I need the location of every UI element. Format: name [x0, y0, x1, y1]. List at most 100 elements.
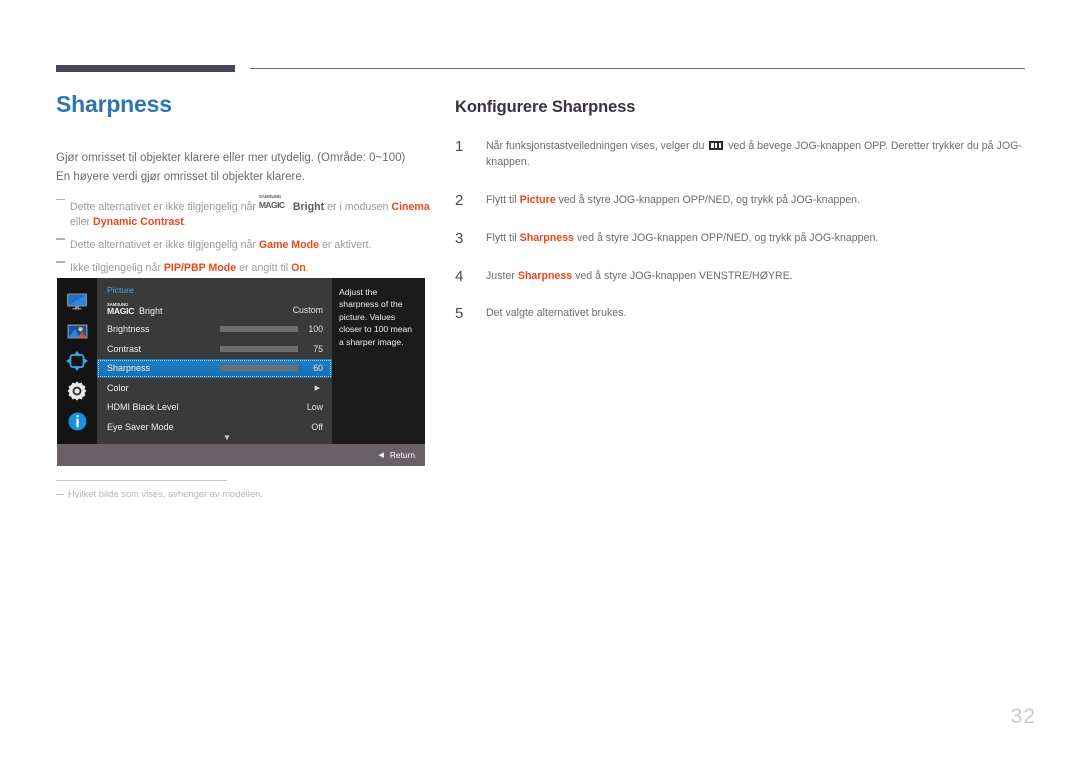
monitor-icon[interactable] — [64, 288, 90, 314]
note-highlight-1: PIP/PBP Mode — [163, 262, 237, 275]
step-highlight: Sharpness — [519, 231, 574, 244]
osd-panel-title: Picture — [107, 285, 134, 295]
osd-tooltip: Adjust the sharpness of the picture. Val… — [332, 278, 425, 444]
page-number: 32 — [1010, 705, 1036, 728]
note-text-mid2: eller — [70, 216, 94, 229]
right-column: Konfigurere Sharpness 1 Når funksjonstas… — [455, 98, 1035, 344]
osd-label-color: Color — [107, 382, 129, 393]
magicbright-logo: SAMSUNG MAGIC — [258, 194, 293, 210]
osd-row-magicbright[interactable]: SAMSUNG MAGIC Bright Custom — [97, 300, 332, 320]
step-text-pre: Flytt til — [486, 231, 520, 244]
osd-magic-magic-text: MAGIC — [107, 306, 135, 317]
pip-arrows-icon[interactable] — [64, 348, 90, 374]
osd-stage: Picture SAMSUNG MAGIC Bright Custom Brig… — [57, 278, 425, 444]
osd-value-hdmi-black-level: Low — [306, 402, 323, 413]
osd-row-contrast[interactable]: Contrast 75 — [97, 339, 332, 359]
info-icon[interactable] — [64, 408, 90, 434]
step-number: 1 — [455, 138, 464, 155]
gear-icon[interactable] — [64, 378, 90, 404]
note-item: Dette alternativet er ikke tilgjengelig … — [56, 238, 436, 254]
osd-slider-sharpness[interactable] — [220, 365, 298, 372]
step-text-pre: Juster — [486, 269, 518, 282]
step-text-pre: Det valgte alternativet brukes. — [486, 307, 627, 320]
step-item-4: 4 Juster Sharpness ved å styre JOG-knapp… — [455, 268, 1035, 285]
notes-list: Dette alternativet er ikke tilgjengelig … — [56, 194, 436, 278]
osd-row-eye-saver-mode[interactable]: Eye Saver Mode Off — [97, 417, 332, 437]
osd-bottom-bar: ◀ Return — [57, 444, 425, 466]
osd-row-color[interactable]: Color ▶ — [97, 378, 332, 398]
step-number: 5 — [455, 305, 464, 323]
section-title: Konfigurere Sharpness — [455, 98, 636, 116]
osd-value-contrast: 75 — [313, 343, 323, 354]
note-text-pre: Dette alternativet er ikke tilgjengelig … — [70, 239, 259, 252]
step-number: 3 — [455, 229, 464, 247]
menu-icon — [709, 141, 724, 150]
osd-row-list: SAMSUNG MAGIC Bright Custom Brightness 1… — [97, 300, 332, 437]
step-highlight: Sharpness — [517, 269, 573, 282]
osd-label-eye-saver-mode: Eye Saver Mode — [107, 421, 174, 432]
osd-magic-bright-text: Bright — [139, 306, 163, 317]
osd-slider-contrast[interactable] — [220, 345, 298, 352]
step-number: 4 — [455, 267, 464, 285]
footnote-dash-icon — [56, 494, 64, 496]
osd-row-sharpness[interactable]: Sharpness 60 — [97, 358, 332, 378]
step-text-post: ved å styre JOG-knappen OPP/NED, og tryk… — [573, 231, 879, 244]
header-accent-bar — [56, 65, 235, 72]
description-line-1: Gjør omrisset til objekter klarere eller… — [56, 152, 406, 165]
magicbright-magic-text: MAGIC — [258, 199, 285, 210]
note-text-post: . — [183, 216, 187, 229]
note-dash-icon — [56, 238, 65, 240]
osd-sidebar — [57, 278, 97, 444]
osd-return-label: Return — [389, 450, 415, 460]
osd-value-eye-saver-mode: Off — [311, 421, 323, 432]
note-item: Dette alternativet er ikke tilgjengelig … — [56, 194, 436, 232]
osd-label-hdmi-black-level: HDMI Black Level — [107, 402, 179, 413]
step-text-post: ved å styre JOG-knappen OPP/NED, og tryk… — [555, 193, 861, 206]
osd-label-sharpness: Sharpness — [107, 363, 151, 374]
page-title: Sharpness — [56, 91, 172, 117]
note-item: Ikke tilgjengelig når PIP/PBP Mode er an… — [56, 261, 436, 277]
arrow-left-icon: ◀ — [378, 452, 384, 459]
note-magic-suffix: Bright — [292, 200, 325, 213]
osd-row-hdmi-black-level[interactable]: HDMI Black Level Low — [97, 398, 332, 418]
osd-value-brightness: 100 — [308, 324, 323, 335]
osd-magicbright-label: SAMSUNG MAGIC Bright — [107, 302, 197, 317]
footnote: Hvilket bilde som vises, avhenger av mod… — [56, 488, 263, 499]
note-highlight-1: Cinema — [391, 200, 430, 213]
chevron-right-icon: ▶ — [314, 384, 320, 392]
note-text-pre: Dette alternativet er ikke tilgjengelig … — [70, 200, 259, 213]
osd-label-contrast: Contrast — [107, 343, 142, 354]
picture-icon[interactable] — [64, 318, 90, 344]
osd-slider-brightness[interactable] — [220, 326, 298, 333]
step-item-1: 1 Når funksjonstastveiledningen vises, v… — [455, 138, 1035, 171]
note-highlight-1: Game Mode — [258, 239, 320, 252]
step-text-post: ved å styre JOG-knappen VENSTRE/HØYRE. — [572, 269, 793, 282]
osd-menu-screenshot: Picture SAMSUNG MAGIC Bright Custom Brig… — [57, 278, 425, 466]
note-dash-icon — [56, 261, 65, 263]
note-dash-icon — [56, 198, 65, 201]
note-text-pre: Ikke tilgjengelig når — [70, 262, 164, 275]
osd-label-brightness: Brightness — [107, 324, 150, 335]
left-column: Sharpness Gjør omrisset til objekter kla… — [56, 91, 436, 284]
step-item-2: 2 Flytt til Picture ved å styre JOG-knap… — [455, 192, 1035, 209]
osd-panel: Picture SAMSUNG MAGIC Bright Custom Brig… — [97, 278, 332, 444]
header-rule-line — [250, 68, 1025, 69]
description-line-2: En høyere verdi gjør omrisset til objekt… — [56, 170, 305, 183]
footnote-text: Hvilket bilde som vises, avhenger av mod… — [68, 488, 263, 499]
note-text-post: er aktivert. — [319, 239, 372, 252]
osd-row-brightness[interactable]: Brightness 100 — [97, 320, 332, 340]
osd-value-magicbright: Custom — [292, 304, 323, 315]
note-text-mid: er angitt til — [236, 262, 292, 275]
step-item-5: 5 Det valgte alternativet brukes. — [455, 305, 1035, 322]
note-highlight-2: On — [291, 262, 306, 275]
step-text-pre: Flytt til — [486, 193, 520, 206]
step-highlight: Picture — [519, 193, 556, 206]
note-highlight-2: Dynamic Contrast — [93, 216, 184, 229]
step-text-pre: Når funksjonstastveiledningen vises, vel… — [486, 140, 708, 152]
footnote-rule — [56, 480, 227, 481]
osd-return-button[interactable]: ◀ Return — [378, 450, 415, 460]
osd-value-sharpness: 60 — [313, 363, 323, 374]
step-item-3: 3 Flytt til Sharpness ved å styre JOG-kn… — [455, 230, 1035, 247]
chevron-down-icon[interactable]: ▼ — [223, 434, 231, 442]
note-text-mid: er i modusen — [324, 200, 392, 213]
